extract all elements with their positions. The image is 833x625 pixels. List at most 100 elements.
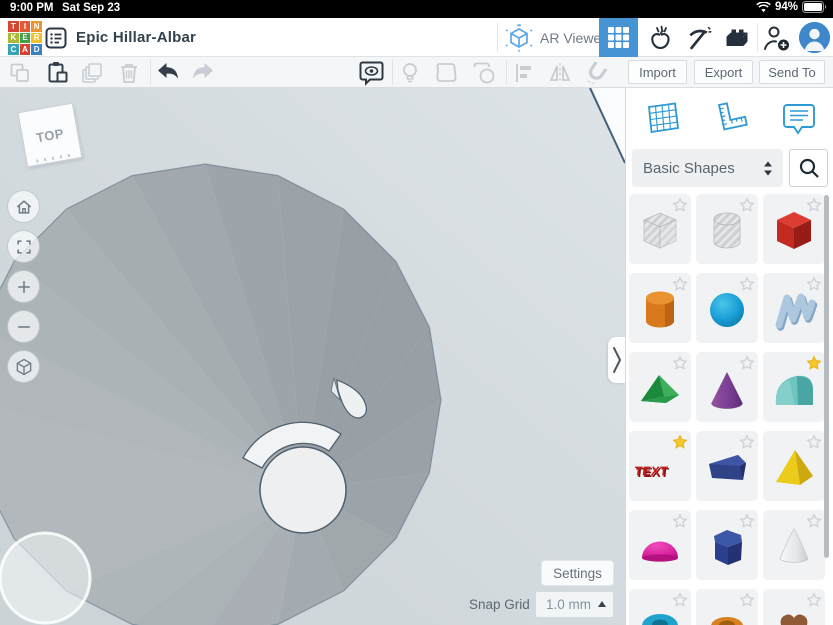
mirror-button[interactable] [546,59,574,86]
favorite-star[interactable] [806,276,822,292]
status-date: Sat Sep 23 [62,2,121,14]
ruler-tool-button[interactable] [708,96,752,140]
edit-toolbar: Import Export Send To [0,57,833,88]
favorite-star[interactable] [739,355,755,371]
tinkercad-logo[interactable]: T I N K E R C A D [8,21,42,55]
notes-tool-button[interactable] [777,96,821,140]
shape-tile-half-sphere[interactable] [629,510,691,580]
shape-tile-round-roof[interactable] [763,352,825,422]
grid-icon [608,27,629,48]
favorite-star[interactable] [672,592,688,608]
shape-tile-scribble[interactable] [763,273,825,343]
toolbar-divider [150,60,151,85]
workplane-tool-button[interactable] [640,96,684,140]
export-button[interactable]: Export [694,60,753,84]
panel-collapse-handle[interactable] [608,337,625,383]
shape-tile-text[interactable]: TEXT TEXT [629,431,691,501]
battery-percent: 94% [774,1,798,13]
chevron-right-icon [612,347,621,373]
caret-up-icon [598,601,606,607]
favorite-star[interactable] [739,513,755,529]
design-viewport[interactable]: TOP Settings Snap Grid 1.0 mm [0,88,625,625]
search-shapes-button[interactable] [789,149,828,187]
shape-tile-torus[interactable] [629,589,691,625]
send-to-button[interactable]: Send To [759,60,825,84]
undo-button[interactable] [154,59,182,86]
ar-viewer-label: AR Viewer [540,29,606,46]
favorite-star[interactable] [672,513,688,529]
svg-text:TEXT: TEXT [635,464,668,479]
status-time: 9:00 PM [10,2,54,14]
shape-tile-sphere[interactable] [696,273,758,343]
mode-3d-design-button[interactable] [599,18,638,57]
duplicate-button[interactable] [79,59,107,86]
scene-canvas[interactable] [0,88,625,625]
shape-category-select[interactable]: Basic Shapes [632,149,783,187]
favorite-star[interactable] [739,434,755,450]
person-add-icon [764,26,789,51]
redo-button[interactable] [189,59,217,86]
mode-blocks-button[interactable] [679,18,718,57]
zoom-in-button[interactable] [7,270,40,303]
panel-scrollbar[interactable] [824,195,829,558]
settings-button[interactable]: Settings [542,561,613,585]
notes-visibility-button[interactable] [357,59,385,86]
align-button[interactable] [510,59,538,86]
zoom-out-button[interactable] [7,310,40,343]
cylinder-hole-top[interactable] [259,446,347,534]
design-properties-icon[interactable] [44,26,68,50]
snap-grid-label: Snap Grid [469,597,530,612]
pickaxe-icon [689,26,712,49]
shape-tile-paraboloid[interactable] [763,510,825,580]
home-view-button[interactable] [7,190,40,223]
favorite-star[interactable] [806,197,822,213]
favorite-star[interactable] [806,355,822,371]
shape-tile-pyramid[interactable] [763,431,825,501]
copy-button[interactable] [6,59,34,86]
fit-view-button[interactable] [7,230,40,263]
shape-tile-wedge[interactable] [696,431,758,501]
add-collaborator-button[interactable] [762,24,792,52]
import-button[interactable]: Import [628,60,687,84]
magnet-button[interactable] [582,59,610,86]
snap-grid-select[interactable]: 1.0 mm [536,592,613,617]
favorite-star[interactable] [672,355,688,371]
shape-tile-heart[interactable] [763,589,825,625]
user-avatar[interactable] [799,22,830,53]
favorite-star[interactable] [739,592,755,608]
shape-tile-box-hole[interactable] [629,194,691,264]
ar-viewer-button[interactable]: AR Viewer [504,22,606,53]
shape-tile-roof[interactable] [629,352,691,422]
group-button[interactable] [432,59,460,86]
design-title: Epic Hillar-Albar [76,29,197,46]
show-all-button[interactable] [396,59,424,86]
perspective-toggle-button[interactable] [7,350,40,383]
mode-sim-lab-button[interactable] [641,18,680,57]
shape-tile-polygon[interactable] [696,510,758,580]
notes-bubble-icon [783,104,815,135]
app-header: T I N K E R C A D Epic Hillar-Albar AR V… [0,18,833,57]
ungroup-button[interactable] [470,59,498,86]
shape-tile-cylinder-hole[interactable] [696,194,758,264]
shape-category-value: Basic Shapes [643,159,735,177]
paste-button[interactable] [43,59,71,86]
favorite-star[interactable] [806,434,822,450]
favorite-star[interactable] [672,276,688,292]
favorite-star[interactable] [672,434,688,450]
shape-tile-cylinder[interactable] [629,273,691,343]
shape-tile-box[interactable] [763,194,825,264]
favorite-star[interactable] [806,513,822,529]
favorite-star[interactable] [739,197,755,213]
delete-button[interactable] [115,59,143,86]
shape-tile-tube[interactable] [696,589,758,625]
shape-tile-cone[interactable] [696,352,758,422]
view-cube[interactable]: TOP [17,102,83,168]
favorite-star[interactable] [672,197,688,213]
toolbar-divider [506,60,507,85]
toolbar-divider [392,60,393,85]
favorite-star[interactable] [806,592,822,608]
favorite-star[interactable] [739,276,755,292]
status-bar: 9:00 PM Sat Sep 23 94% [0,0,833,18]
mode-bricks-button[interactable] [717,18,756,57]
falling-apple-icon [650,25,670,49]
